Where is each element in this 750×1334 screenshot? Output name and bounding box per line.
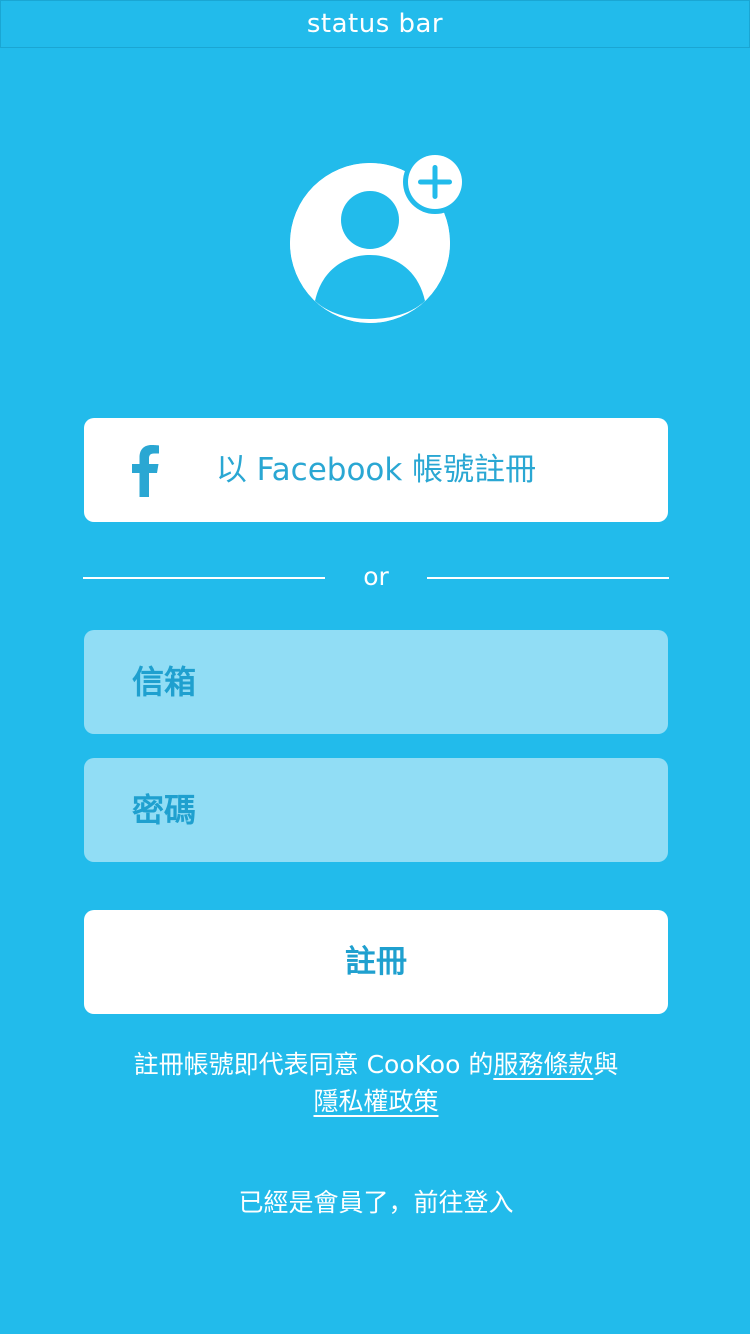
facebook-icon xyxy=(128,443,160,497)
add-photo-button[interactable] xyxy=(403,150,467,214)
terms-notice: 註冊帳號即代表同意 CooKoo 的服務條款與隱私權政策 xyxy=(84,1046,668,1120)
status-bar-label: status bar xyxy=(306,9,444,39)
status-bar: status bar xyxy=(0,0,750,48)
divider-right xyxy=(427,577,669,579)
divider-left xyxy=(83,577,325,579)
email-field[interactable] xyxy=(84,630,668,734)
terms-conjunction: 與 xyxy=(593,1050,619,1079)
terms-of-service-link[interactable]: 服務條款 xyxy=(493,1050,593,1079)
register-button[interactable]: 註冊 xyxy=(84,910,668,1014)
privacy-policy-link[interactable]: 隱私權政策 xyxy=(313,1087,438,1116)
register-button-label: 註冊 xyxy=(345,944,407,980)
avatar-upload[interactable] xyxy=(290,150,470,330)
password-field[interactable] xyxy=(84,758,668,862)
facebook-register-button[interactable] xyxy=(84,418,668,522)
plus-icon xyxy=(408,155,462,209)
go-to-login-link[interactable]: 已經是會員了，前往登入 xyxy=(84,1184,668,1221)
or-divider-label: or xyxy=(363,562,389,591)
terms-prefix: 註冊帳號即代表同意 CooKoo 的 xyxy=(133,1050,494,1079)
